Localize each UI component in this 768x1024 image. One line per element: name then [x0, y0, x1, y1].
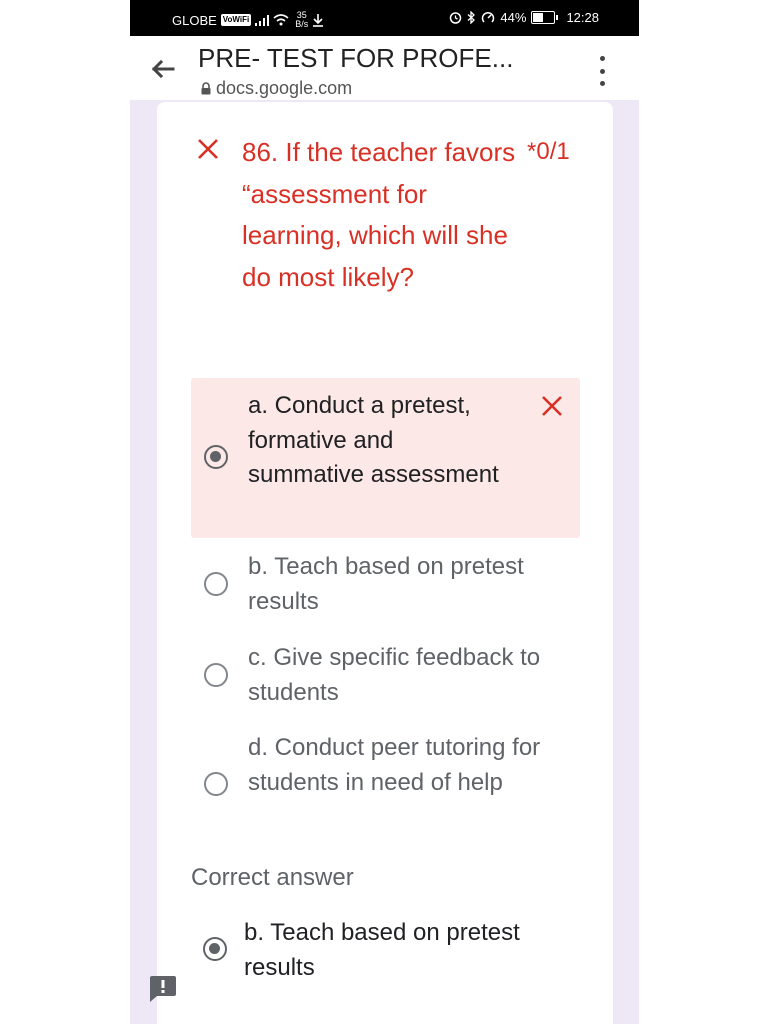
- question-text: 86. If the teacher favors “assessment fo…: [242, 137, 516, 292]
- phone-screen: GLOBE VoWiFi 35 B/s 44% 12:28 PRE- TEST …: [130, 0, 639, 1024]
- url-bar[interactable]: docs.google.com: [200, 78, 352, 99]
- feedback-button[interactable]: [148, 975, 178, 1003]
- feedback-icon: [150, 976, 176, 1002]
- option-label: d. Conduct peer tutoring for students in…: [248, 734, 541, 796]
- download-icon: [313, 14, 324, 27]
- question-score: *0/1: [527, 138, 570, 165]
- vowifi-badge: VoWiFi: [220, 14, 252, 26]
- status-right: 44% 12:28: [449, 10, 599, 25]
- option-c[interactable]: c. Give specific feedback to students: [191, 639, 580, 711]
- question-card: 86. If the teacher favors “assessment fo…: [157, 102, 613, 1024]
- url-text: docs.google.com: [216, 78, 353, 98]
- correct-answer-option: b. Teach based on pretest results: [191, 916, 591, 986]
- option-label: c. Give specific feedback to students: [248, 644, 541, 706]
- correct-answer-heading: Correct answer: [191, 864, 354, 891]
- carrier-name: GLOBE: [172, 12, 217, 28]
- more-vert-icon-dot: [599, 68, 605, 74]
- radio-button-icon[interactable]: [204, 572, 228, 596]
- more-vert-icon-dot: [599, 56, 605, 61]
- more-options-button[interactable]: [592, 56, 612, 86]
- option-label: b. Teach based on pretest results: [248, 553, 524, 615]
- option-label: a. Conduct a pretest, formative and summ…: [248, 392, 499, 488]
- lock-icon: [201, 82, 211, 95]
- data-saver-icon: [482, 11, 495, 23]
- radio-button-icon[interactable]: [204, 772, 228, 796]
- bluetooth-icon: [467, 11, 476, 24]
- signal-icon: [255, 14, 270, 26]
- browser-header: PRE- TEST FOR PROFE... docs.google.com: [130, 36, 639, 100]
- form-page: 86. If the teacher favors “assessment fo…: [130, 100, 639, 1024]
- correct-answer-label: b. Teach based on pretest results: [244, 919, 520, 981]
- radio-button-icon: [203, 937, 227, 961]
- net-speed-unit: B/s: [295, 19, 309, 29]
- radio-button-icon[interactable]: [204, 663, 228, 687]
- status-bar: GLOBE VoWiFi 35 B/s 44% 12:28: [130, 0, 639, 36]
- option-d[interactable]: d. Conduct peer tutoring for students in…: [191, 730, 580, 838]
- back-arrow-icon: [151, 59, 175, 79]
- clock: 12:28: [566, 10, 599, 25]
- wifi-icon: [273, 14, 289, 26]
- radio-button-icon[interactable]: [204, 445, 228, 469]
- page-title: PRE- TEST FOR PROFE...: [198, 43, 514, 73]
- back-button[interactable]: [148, 54, 178, 84]
- alarm-icon: [450, 12, 462, 24]
- close-icon: [198, 139, 218, 159]
- battery-percent: 44%: [500, 10, 527, 25]
- status-left: GLOBE VoWiFi 35 B/s: [172, 11, 324, 29]
- net-speed: 35 B/s: [295, 11, 308, 29]
- battery-fill: [533, 13, 544, 22]
- more-vert-icon-dot: [599, 81, 605, 86]
- close-icon: [542, 396, 562, 416]
- battery-icon: [531, 11, 559, 24]
- option-b[interactable]: b. Teach based on pretest results: [191, 548, 580, 620]
- option-a[interactable]: a. Conduct a pretest, formative and summ…: [191, 378, 580, 538]
